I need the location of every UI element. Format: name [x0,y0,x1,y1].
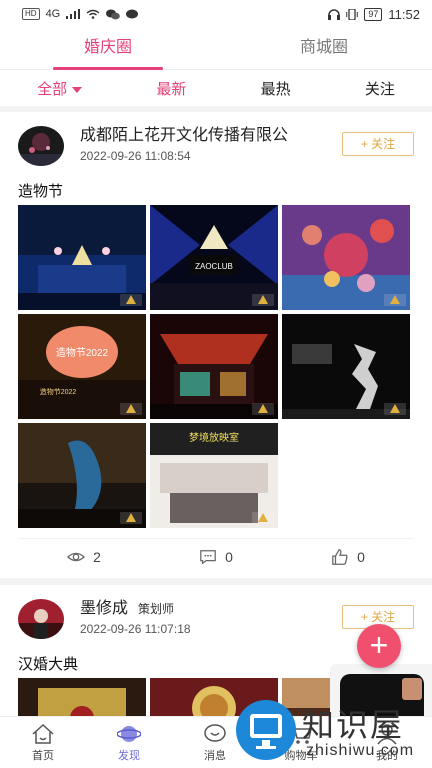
photo-thumbnail[interactable] [18,423,146,528]
video-thumbnail [402,678,422,700]
photo-thumbnail[interactable]: 梦境放映室 [150,423,278,528]
home-icon [32,723,54,744]
caret-down-icon [72,86,83,93]
photo-grid: ZAOCLUB 造物节2022 造物节2022 梦境放映室 [18,205,414,528]
chat-bubble-icon [204,723,226,742]
brand-logo-icon [120,403,142,415]
signal-bars-icon [66,9,81,19]
filter-all[interactable]: 全部 [37,78,83,99]
nav-discover[interactable]: 发现 [86,717,172,768]
watermark-subtitle: zhishiwu.com [306,742,415,759]
views-stat[interactable]: 2 [67,548,101,566]
dream-sign-text: 梦境放映室 [189,431,239,444]
planet-icon [117,725,141,742]
nav-discover-label: 发现 [118,749,140,762]
post-stats: 2 0 0 [18,538,414,574]
author-name-text: 墨修成 [80,600,129,617]
tab-mall-circle[interactable]: 商城圈 [216,28,432,69]
brand-logo-icon [384,294,406,306]
views-count: 2 [93,548,101,565]
brand-logo-icon [252,512,274,524]
author-block: 墨修成 策划师 2022-09-26 11:07:18 [80,599,191,636]
banner-text: 造物节2022 [40,387,77,396]
nav-messages-label: 消息 [204,749,226,762]
signal-indicator: 4G [45,8,61,20]
thumbs-up-icon [332,548,348,565]
author-block: 成都陌上花开文化传播有限公 2022-09-26 11:08:54 [80,126,288,163]
clock: 11:52 [388,6,420,22]
photo-thumbnail[interactable]: 造物节2022 造物节2022 [18,314,146,419]
brand-logo-icon [252,403,274,415]
filter-latest[interactable]: 最新 [156,78,186,99]
nav-home[interactable]: 首页 [0,717,86,768]
add-post-button[interactable]: + [357,624,401,668]
vibrate-icon [346,8,359,20]
likes-count: 0 [357,548,365,565]
photo-thumbnail[interactable] [18,205,146,310]
brand-logo-icon [120,294,142,306]
post-divider [0,578,432,585]
post-header: 成都陌上花开文化传播有限公 2022-09-26 11:08:54 + 关注 [18,126,414,174]
likes-stat[interactable]: 0 [331,548,365,566]
eye-icon [67,552,86,561]
author-role-badge: 策划师 [138,602,175,616]
post-header: 墨修成 策划师 2022-09-26 11:07:18 + 关注 [18,599,414,647]
lantern-text: 造物节2022 [56,346,109,359]
top-tab-bar: 婚庆圈 商城圈 [0,28,432,70]
author-name[interactable]: 成都陌上花开文化传播有限公 [80,126,288,146]
filter-all-label: 全部 [37,80,68,98]
status-bar: HD 4G 97 11:52 [0,0,432,28]
filter-hottest[interactable]: 最热 [261,78,291,99]
comments-count: 0 [225,548,233,565]
post-title: 造物节 [18,183,64,200]
photo-thumbnail[interactable]: ZAOCLUB [150,205,278,310]
filter-bar: 全部 最新 最热 关注 [0,70,432,112]
brand-logo-icon [384,403,406,415]
avatar[interactable] [18,126,64,166]
battery-indicator: 97 [364,7,383,21]
photo-thumbnail[interactable] [282,205,410,310]
headphone-icon [328,8,341,20]
comments-stat[interactable]: 0 [199,548,233,566]
monitor-icon [236,700,296,760]
club-sign-text: ZAOCLUB [195,262,233,271]
brand-logo-icon [252,294,274,306]
photo-thumbnail[interactable] [282,314,410,419]
wifi-icon [86,9,100,19]
watermark-title: 知识屋 [302,706,405,744]
photo-thumbnail[interactable] [150,314,278,419]
avatar[interactable] [18,599,64,639]
brand-logo-icon [120,512,142,524]
message-icon [126,9,139,18]
hd-indicator: HD [22,8,40,20]
author-name[interactable]: 墨修成 策划师 [80,599,191,619]
filter-following[interactable]: 关注 [365,78,395,99]
post-time: 2022-09-26 11:08:54 [80,149,191,163]
tab-wedding-circle[interactable]: 婚庆圈 [0,28,216,70]
app-screen: HD 4G 97 11:52 婚庆圈 商城圈 全部 最新 最热 关注 成都陌上花… [0,0,432,768]
post-time: 2022-09-26 11:07:18 [80,622,191,636]
feed-post: 成都陌上花开文化传播有限公 2022-09-26 11:08:54 + 关注 造… [0,112,432,574]
watermark: 知识屋 zhishiwu.com [236,698,432,768]
nav-home-label: 首页 [32,749,54,762]
wechat-icon [106,9,121,19]
comment-icon [200,549,216,565]
follow-button[interactable]: + 关注 [342,132,414,156]
